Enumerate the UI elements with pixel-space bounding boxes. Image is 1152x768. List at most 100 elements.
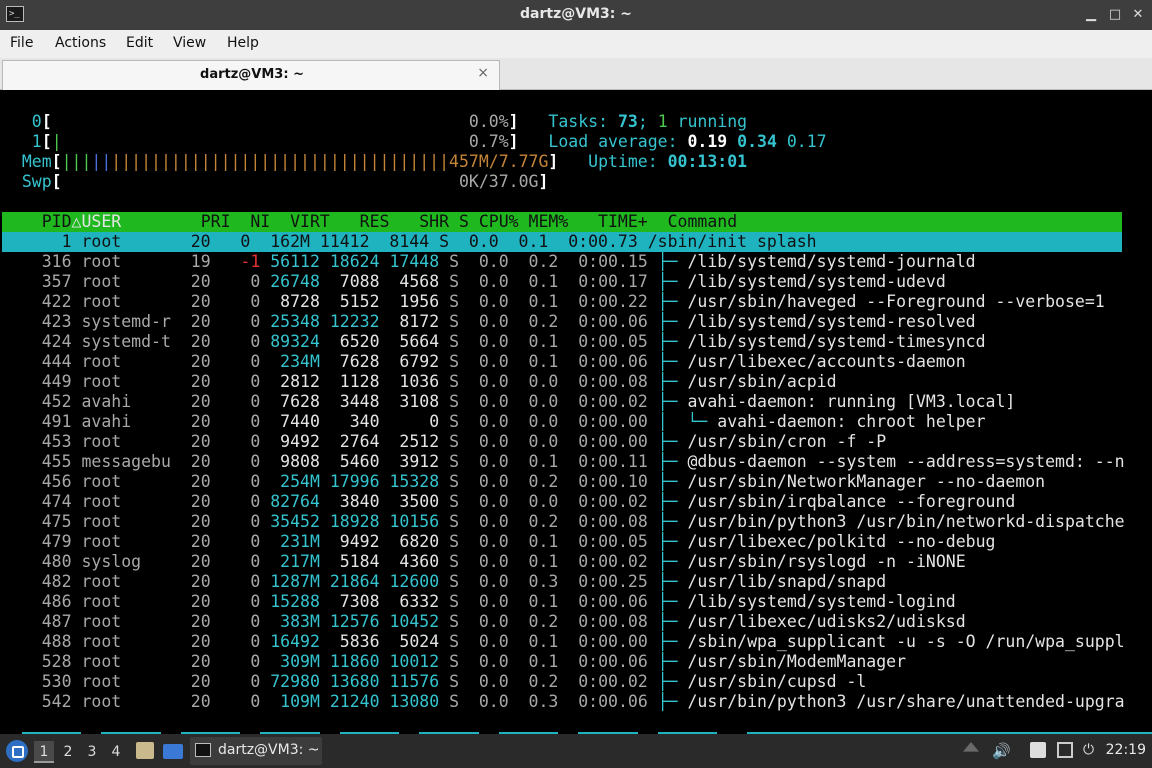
- menu-actions[interactable]: Actions: [55, 35, 106, 51]
- terminal-text: 475: [2, 512, 82, 531]
- process-row[interactable]: 491 avahi 20 0 7440 340 0 S 0.0 0.0 0:00…: [2, 412, 986, 432]
- show-desktop-icon[interactable]: [163, 744, 183, 759]
- terminal-text: 0: [230, 392, 261, 411]
- terminal-text: 21240: [319, 692, 380, 711]
- process-row[interactable]: 480 syslog 20 0 217M 5184 4360 S 0.0 0.1…: [2, 552, 966, 572]
- maximize-icon[interactable]: □: [1106, 6, 1124, 24]
- tab-bar: dartz@VM3: ~ ×: [0, 58, 1152, 90]
- terminal-area[interactable]: 0[ 0.0%] Tasks: 73; 1 running 1[| 0.7%] …: [0, 90, 1152, 734]
- tray-up-icon[interactable]: [963, 742, 979, 752]
- terminal-text: 530: [2, 672, 82, 691]
- terminal-text: 487: [2, 612, 82, 631]
- terminal-text: 7440: [260, 412, 320, 431]
- process-row[interactable]: 424 systemd-t 20 0 89324 6520 5664 S 0.0…: [2, 332, 986, 352]
- clipboard-icon[interactable]: [1030, 742, 1046, 758]
- taskbar-terminal-button[interactable]: dartz@VM3: ~: [190, 737, 322, 765]
- terminal-text: ├─: [657, 332, 688, 351]
- terminal-text: 20: [180, 532, 231, 551]
- process-row[interactable]: 542 root 20 0 109M 21240 13080 S 0.0 0.3…: [2, 692, 1125, 712]
- terminal-text: 0: [230, 692, 261, 711]
- process-row[interactable]: 357 root 20 0 26748 7088 4568 S 0.0 0.1 …: [2, 272, 946, 292]
- terminal-text: Mem: [2, 152, 52, 171]
- file-manager-icon[interactable]: [136, 742, 154, 759]
- terminal-text: [: [41, 132, 52, 151]
- volume-icon[interactable]: 🔊: [992, 742, 1011, 760]
- process-row[interactable]: 456 root 20 0 254M 17996 15328 S 0.0 0.2…: [2, 472, 1045, 492]
- start-menu-icon[interactable]: [6, 740, 28, 762]
- process-row[interactable]: 455 messagebu 20 0 9808 5460 3912 S 0.0 …: [2, 452, 1125, 472]
- terminal-text: root: [81, 632, 181, 651]
- workspace-2[interactable]: 2: [58, 741, 78, 763]
- terminal-text: S 0.0 0.1 0:00.17: [439, 272, 658, 291]
- terminal-text: 0: [379, 412, 440, 431]
- terminal-text: 7088: [319, 272, 380, 291]
- terminal-text: ├─: [657, 372, 688, 391]
- tab-terminal[interactable]: dartz@VM3: ~ ×: [2, 60, 500, 90]
- terminal-text: 20: [180, 592, 231, 611]
- terminal-text: ]: [548, 152, 559, 171]
- menu-file[interactable]: File: [10, 35, 33, 51]
- terminal-text: S 0.0 0.1 0:00.06: [439, 352, 658, 371]
- process-row[interactable]: 479 root 20 0 231M 9492 6820 S 0.0 0.1 0…: [2, 532, 996, 552]
- process-row-selected[interactable]: 1 root 20 0 162M 11412 8144 S 0.0 0.1 0:…: [2, 232, 1122, 252]
- terminal-text: ├─: [657, 292, 688, 311]
- process-row[interactable]: 487 root 20 0 383M 12576 10452 S 0.0 0.2…: [2, 612, 966, 632]
- terminal-text: 424: [2, 332, 82, 351]
- terminal-text: 12232: [319, 312, 380, 331]
- terminal-text: 20: [180, 472, 231, 491]
- power-icon[interactable]: ⏻: [1083, 742, 1099, 758]
- process-row[interactable]: 444 root 20 0 234M 7628 6792 S 0.0 0.1 0…: [2, 352, 966, 372]
- minimize-icon[interactable]: ▁: [1082, 6, 1100, 24]
- menu-help[interactable]: Help: [227, 35, 259, 51]
- process-row[interactable]: 453 root 20 0 9492 2764 2512 S 0.0 0.0 0…: [2, 432, 886, 452]
- network-icon[interactable]: [1057, 742, 1073, 758]
- terminal-text: 1: [657, 112, 668, 131]
- workspace-1[interactable]: 1: [34, 741, 54, 763]
- process-row[interactable]: 482 root 20 0 1287M 21864 12600 S 0.0 0.…: [2, 572, 886, 592]
- terminal-text: systemd-t: [81, 332, 181, 351]
- workspace-3[interactable]: 3: [82, 741, 102, 763]
- terminal-text: /sbin/wpa_supplicant -u -s -O /run/wpa_s…: [687, 632, 1125, 651]
- terminal-text: ├─: [657, 672, 688, 691]
- terminal-text: 1287M: [260, 572, 320, 591]
- terminal-text: ├─: [657, 312, 688, 331]
- process-row[interactable]: 423 systemd-r 20 0 25348 12232 8172 S 0.…: [2, 312, 976, 332]
- terminal-text: PRI NI VIRT RES SHR S CPU% MEM% TIME+ Co…: [180, 212, 738, 231]
- terminal-text: 455: [2, 452, 82, 471]
- terminal-text: 357: [2, 272, 82, 291]
- process-row[interactable]: 475 root 20 0 35452 18928 10156 S 0.0 0.…: [2, 512, 1125, 532]
- process-row[interactable]: 449 root 20 0 2812 1128 1036 S 0.0 0.0 0…: [2, 372, 837, 392]
- terminal-text: 1036: [379, 372, 440, 391]
- terminal-text: S 0.0 0.1 0:00.02: [439, 552, 658, 571]
- process-row[interactable]: 452 avahi 20 0 7628 3448 3108 S 0.0 0.0 …: [2, 392, 1016, 412]
- tab-close-icon[interactable]: ×: [477, 65, 489, 81]
- terminal-text: 456: [2, 472, 82, 491]
- terminal-text: 3912: [379, 452, 440, 471]
- terminal-text: /usr/sbin/rsyslogd -n -iNONE: [687, 552, 966, 571]
- terminal-text: 12576: [319, 612, 380, 631]
- workspace-4[interactable]: 4: [106, 741, 126, 763]
- process-row[interactable]: 528 root 20 0 309M 11860 10012 S 0.0 0.1…: [2, 652, 906, 672]
- terminal-text: 0K/37.0G: [61, 172, 539, 191]
- process-row[interactable]: 488 root 20 0 16492 5836 5024 S 0.0 0.1 …: [2, 632, 1125, 652]
- menu-edit[interactable]: Edit: [126, 35, 153, 51]
- terminal-text: 480: [2, 552, 82, 571]
- process-row[interactable]: 474 root 20 0 82764 3840 3500 S 0.0 0.0 …: [2, 492, 1016, 512]
- terminal-text: /usr/libexec/accounts-daemon: [687, 352, 966, 371]
- process-row[interactable]: 422 root 20 0 8728 5152 1956 S 0.0 0.1 0…: [2, 292, 1105, 312]
- terminal-text: 89324: [260, 332, 320, 351]
- menu-view[interactable]: View: [173, 35, 206, 51]
- terminal-text: 4568: [379, 272, 440, 291]
- process-row[interactable]: 316 root 19 -1 56112 18624 17448 S 0.0 0…: [2, 252, 976, 272]
- process-table-header[interactable]: PID△USER PRI NI VIRT RES SHR S CPU% MEM%…: [2, 212, 1122, 232]
- process-row[interactable]: 530 root 20 0 72980 13680 11576 S 0.0 0.…: [2, 672, 867, 692]
- terminal-text: /usr/libexec/udisks2/udisksd: [687, 612, 966, 631]
- terminal-text: ]: [538, 172, 549, 191]
- terminal-text: ├─: [657, 632, 688, 651]
- terminal-text: 453: [2, 432, 82, 451]
- process-row[interactable]: 486 root 20 0 15288 7308 6332 S 0.0 0.1 …: [2, 592, 956, 612]
- terminal-text: /usr/sbin/ModemManager: [687, 652, 907, 671]
- terminal-text: 20: [180, 492, 231, 511]
- terminal-text: 0: [230, 492, 261, 511]
- close-icon[interactable]: ✕: [1129, 6, 1147, 24]
